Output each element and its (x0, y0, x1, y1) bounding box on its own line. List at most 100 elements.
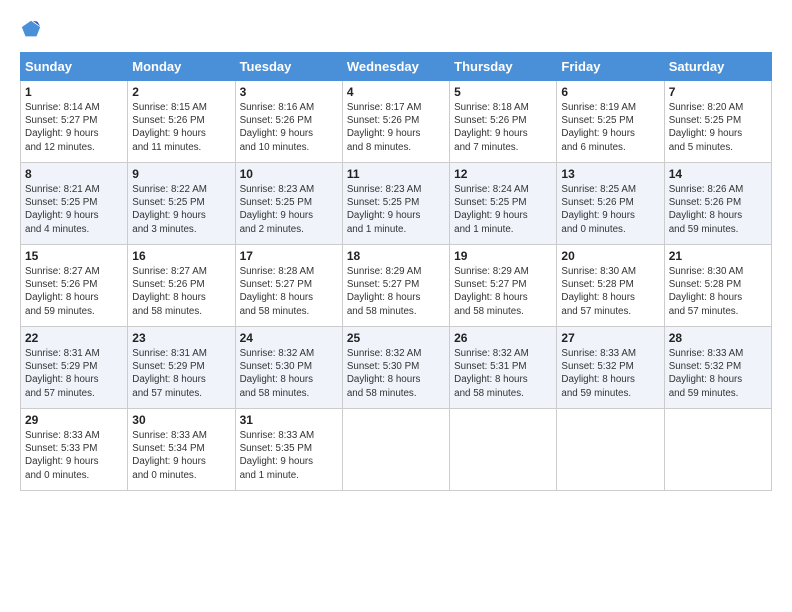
day-detail: Sunrise: 8:22 AM Sunset: 5:25 PM Dayligh… (132, 183, 230, 236)
day-cell: 20Sunrise: 8:30 AM Sunset: 5:28 PM Dayli… (557, 245, 664, 327)
day-cell: 4 Sunrise: 8:17 AM Sunset: 5:26 PM Daylig… (342, 81, 449, 163)
day-cell: 17 Sunrise: 8:28 AM Sunset: 5:27 PM Dayli… (235, 245, 342, 327)
day-detail: Sunrise: 8:33 AM Sunset: 5:33 PM Dayligh… (25, 429, 123, 482)
day-number: 4 (347, 85, 445, 99)
day-number: 12 (454, 167, 552, 181)
day-number: 30 (132, 413, 230, 427)
day-detail: Sunrise: 8:30 AM Sunset: 5:28 PM Dayligh… (669, 265, 767, 318)
day-number: 27 (561, 331, 659, 345)
day-number: 24 (240, 331, 338, 345)
day-cell: 28 Sunrise: 8:33 AM Sunset: 5:32 PM Dayli… (664, 327, 771, 409)
day-detail: Sunrise: 8:16 AM Sunset: 5:26 PM Dayligh… (240, 101, 338, 154)
day-cell: 25 Sunrise: 8:32 AM Sunset: 5:30 PM Dayli… (342, 327, 449, 409)
day-number: 1 (25, 85, 123, 99)
day-number: 26 (454, 331, 552, 345)
day-cell: 9 Sunrise: 8:22 AM Sunset: 5:25 PM Daylig… (128, 163, 235, 245)
day-cell: 12 Sunrise: 8:24 AM Sunset: 5:25 PM Dayli… (450, 163, 557, 245)
page: SundayMondayTuesdayWednesdayThursdayFrid… (0, 0, 792, 501)
day-header-monday: Monday (128, 53, 235, 81)
day-cell: 16 Sunrise: 8:27 AM Sunset: 5:26 PM Dayli… (128, 245, 235, 327)
day-number: 22 (25, 331, 123, 345)
day-number: 16 (132, 249, 230, 263)
day-detail: Sunrise: 8:14 AM Sunset: 5:27 PM Dayligh… (25, 101, 123, 154)
day-detail: Sunrise: 8:33 AM Sunset: 5:35 PM Dayligh… (240, 429, 338, 482)
day-header-friday: Friday (557, 53, 664, 81)
day-detail: Sunrise: 8:31 AM Sunset: 5:29 PM Dayligh… (25, 347, 123, 400)
day-number: 29 (25, 413, 123, 427)
day-number: 6 (561, 85, 659, 99)
day-cell: 26 Sunrise: 8:32 AM Sunset: 5:31 PM Dayli… (450, 327, 557, 409)
day-number: 8 (25, 167, 123, 181)
day-header-wednesday: Wednesday (342, 53, 449, 81)
day-number: 21 (669, 249, 767, 263)
day-cell: 7Sunrise: 8:20 AM Sunset: 5:25 PM Daylig… (664, 81, 771, 163)
day-detail: Sunrise: 8:33 AM Sunset: 5:32 PM Dayligh… (561, 347, 659, 400)
day-detail: Sunrise: 8:28 AM Sunset: 5:27 PM Dayligh… (240, 265, 338, 318)
week-row-2: 8Sunrise: 8:21 AM Sunset: 5:25 PM Daylig… (21, 163, 772, 245)
day-cell: 5 Sunrise: 8:18 AM Sunset: 5:26 PM Daylig… (450, 81, 557, 163)
day-header-tuesday: Tuesday (235, 53, 342, 81)
day-number: 14 (669, 167, 767, 181)
day-detail: Sunrise: 8:18 AM Sunset: 5:26 PM Dayligh… (454, 101, 552, 154)
day-cell: 11 Sunrise: 8:23 AM Sunset: 5:25 PM Dayli… (342, 163, 449, 245)
day-detail: Sunrise: 8:33 AM Sunset: 5:34 PM Dayligh… (132, 429, 230, 482)
day-detail: Sunrise: 8:17 AM Sunset: 5:26 PM Dayligh… (347, 101, 445, 154)
day-detail: Sunrise: 8:15 AM Sunset: 5:26 PM Dayligh… (132, 101, 230, 154)
header (20, 18, 772, 40)
day-header-thursday: Thursday (450, 53, 557, 81)
day-cell: 22 Sunrise: 8:31 AM Sunset: 5:29 PM Dayli… (21, 327, 128, 409)
day-cell: 15Sunrise: 8:27 AM Sunset: 5:26 PM Dayli… (21, 245, 128, 327)
day-detail: Sunrise: 8:32 AM Sunset: 5:30 PM Dayligh… (347, 347, 445, 400)
day-number: 19 (454, 249, 552, 263)
day-detail: Sunrise: 8:25 AM Sunset: 5:26 PM Dayligh… (561, 183, 659, 236)
day-header-saturday: Saturday (664, 53, 771, 81)
day-cell: 24 Sunrise: 8:32 AM Sunset: 5:30 PM Dayli… (235, 327, 342, 409)
day-cell: 29 Sunrise: 8:33 AM Sunset: 5:33 PM Dayli… (21, 409, 128, 491)
day-cell: 2Sunrise: 8:15 AM Sunset: 5:26 PM Daylig… (128, 81, 235, 163)
day-cell (450, 409, 557, 491)
day-cell: 8Sunrise: 8:21 AM Sunset: 5:25 PM Daylig… (21, 163, 128, 245)
day-cell: 3 Sunrise: 8:16 AM Sunset: 5:26 PM Daylig… (235, 81, 342, 163)
day-cell: 1 Sunrise: 8:14 AM Sunset: 5:27 PM Daylig… (21, 81, 128, 163)
day-number: 5 (454, 85, 552, 99)
day-detail: Sunrise: 8:19 AM Sunset: 5:25 PM Dayligh… (561, 101, 659, 154)
day-cell: 31Sunrise: 8:33 AM Sunset: 5:35 PM Dayli… (235, 409, 342, 491)
week-row-5: 29 Sunrise: 8:33 AM Sunset: 5:33 PM Dayli… (21, 409, 772, 491)
day-cell: 14 Sunrise: 8:26 AM Sunset: 5:26 PM Dayli… (664, 163, 771, 245)
day-cell: 13 Sunrise: 8:25 AM Sunset: 5:26 PM Dayli… (557, 163, 664, 245)
day-number: 13 (561, 167, 659, 181)
day-cell: 23Sunrise: 8:31 AM Sunset: 5:29 PM Dayli… (128, 327, 235, 409)
day-detail: Sunrise: 8:32 AM Sunset: 5:31 PM Dayligh… (454, 347, 552, 400)
day-cell (342, 409, 449, 491)
day-number: 17 (240, 249, 338, 263)
day-cell: 21 Sunrise: 8:30 AM Sunset: 5:28 PM Dayli… (664, 245, 771, 327)
day-number: 25 (347, 331, 445, 345)
day-cell: 30 Sunrise: 8:33 AM Sunset: 5:34 PM Dayli… (128, 409, 235, 491)
days-header-row: SundayMondayTuesdayWednesdayThursdayFrid… (21, 53, 772, 81)
day-detail: Sunrise: 8:33 AM Sunset: 5:32 PM Dayligh… (669, 347, 767, 400)
day-number: 3 (240, 85, 338, 99)
day-detail: Sunrise: 8:32 AM Sunset: 5:30 PM Dayligh… (240, 347, 338, 400)
day-number: 9 (132, 167, 230, 181)
day-detail: Sunrise: 8:23 AM Sunset: 5:25 PM Dayligh… (347, 183, 445, 236)
day-detail: Sunrise: 8:26 AM Sunset: 5:26 PM Dayligh… (669, 183, 767, 236)
day-detail: Sunrise: 8:31 AM Sunset: 5:29 PM Dayligh… (132, 347, 230, 400)
day-detail: Sunrise: 8:29 AM Sunset: 5:27 PM Dayligh… (347, 265, 445, 318)
calendar-table: SundayMondayTuesdayWednesdayThursdayFrid… (20, 52, 772, 491)
day-detail: Sunrise: 8:30 AM Sunset: 5:28 PM Dayligh… (561, 265, 659, 318)
day-number: 28 (669, 331, 767, 345)
week-row-4: 22 Sunrise: 8:31 AM Sunset: 5:29 PM Dayli… (21, 327, 772, 409)
day-detail: Sunrise: 8:20 AM Sunset: 5:25 PM Dayligh… (669, 101, 767, 154)
day-header-sunday: Sunday (21, 53, 128, 81)
day-detail: Sunrise: 8:27 AM Sunset: 5:26 PM Dayligh… (132, 265, 230, 318)
day-cell: 6 Sunrise: 8:19 AM Sunset: 5:25 PM Daylig… (557, 81, 664, 163)
day-detail: Sunrise: 8:24 AM Sunset: 5:25 PM Dayligh… (454, 183, 552, 236)
day-cell (664, 409, 771, 491)
day-number: 11 (347, 167, 445, 181)
logo (20, 18, 42, 40)
day-cell: 18 Sunrise: 8:29 AM Sunset: 5:27 PM Dayli… (342, 245, 449, 327)
day-cell (557, 409, 664, 491)
week-row-3: 15Sunrise: 8:27 AM Sunset: 5:26 PM Dayli… (21, 245, 772, 327)
day-detail: Sunrise: 8:23 AM Sunset: 5:25 PM Dayligh… (240, 183, 338, 236)
day-number: 18 (347, 249, 445, 263)
